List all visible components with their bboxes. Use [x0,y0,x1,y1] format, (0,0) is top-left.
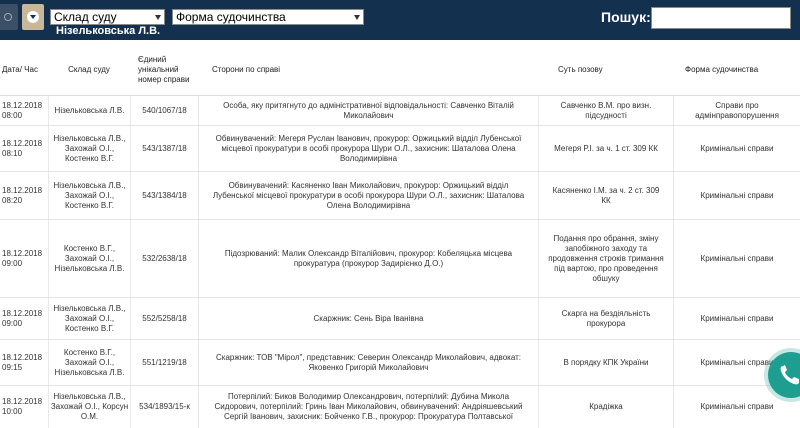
header-court[interactable]: Склад суду [48,44,130,96]
row-court: Нізельковська Л.В., Захожай О.І., Костен… [53,180,126,210]
row-parties: Скаржник: Сень Віра Іванівна [313,313,424,323]
judge-name: Нізельковська Л.В. [56,25,161,37]
header-form[interactable]: Форма судочинства [673,44,800,96]
row-case-number: 551/1219/18 [142,357,187,367]
row-case-number: 534/1893/15-к [139,402,190,411]
row-case-number: 543/1387/18 [142,143,187,153]
table-row[interactable]: 18.12.2018 08:10 Нізельковська Л.В., Зах… [0,126,800,172]
row-form: Кримінальні справи [700,313,774,323]
row-parties: Обвинувачений: Мегеря Руслан Іванович, п… [215,133,522,163]
row-form: Кримінальні справи [700,402,774,411]
row-form: Кримінальні справи [700,190,774,200]
settings-button[interactable] [0,4,18,30]
table-row[interactable]: 18.12.2018 09:00 Костенко В.Г., Захожай … [0,220,800,298]
row-court: Нізельковська Л.В., Захожай О.І., Костен… [53,303,126,333]
header-case-number[interactable]: Єдиний унікальний номер справи [138,44,198,96]
row-essence: Савченко В.М. про визн. підсудності [560,100,652,120]
search-input[interactable] [651,7,791,29]
circle-icon [4,13,12,21]
header-date[interactable]: Дата/ Час [0,44,48,96]
row-case-number: 543/1384/18 [142,190,187,200]
row-date: 18.12.2018 08:20 [2,185,43,205]
court-select-value: Склад суду [54,10,117,24]
court-select[interactable]: Склад суду [50,9,165,25]
row-court: Нізельковська Л.В. [54,105,125,115]
table-row[interactable]: 18.12.2018 09:15 Костенко В.Г., Захожай … [0,340,800,386]
row-date: 18.12.2018 09:15 [2,352,43,372]
dropdown-arrow-icon [354,15,360,20]
row-court: Нізельковська Л.В., Захожай О.І., Корсун… [50,392,129,421]
row-essence: Подання про обрання, зміну запобіжного з… [548,233,664,283]
row-essence: В порядку КПК України [563,357,649,367]
header-essence[interactable]: Суть позову [538,44,673,96]
table-row[interactable]: 18.12.2018 08:20 Нізельковська Л.В., Зах… [0,172,800,220]
row-form: Справи про адмінправопорушення [695,100,779,120]
row-date: 18.12.2018 08:10 [2,138,43,158]
row-case-number: 540/1067/18 [142,105,187,115]
row-parties: Обвинувачений: Касяненко Іван Миколайови… [212,180,525,210]
table-header: Дата/ Час Склад суду Єдиний унікальний н… [0,44,800,96]
row-essence: Касяненко І.М. за ч. 2 ст. 309 КК [552,185,660,205]
expand-button[interactable] [22,4,44,30]
form-select[interactable]: Форма судочинства [172,9,364,25]
row-date: 18.12.2018 09:00 [2,248,43,268]
row-essence: Мегеря Р.І. за ч. 1 ст. 309 КК [554,143,658,153]
row-date: 18.12.2018 10:00 [2,397,43,416]
row-court: Костенко В.Г., Захожай О.І., Нізельковсь… [54,243,125,273]
row-form: Кримінальні справи [700,143,774,153]
row-court: Нізельковська Л.В., Захожай О.І., Костен… [53,133,126,163]
row-form: Кримінальні справи [700,253,774,263]
search-label: Пошук: [601,9,651,25]
row-parties: Особа, яку притягнуто до адміністративно… [223,100,514,120]
row-essence: Крадіжка [589,402,623,411]
phone-icon [780,365,799,385]
chevron-down-icon [27,11,39,23]
table-row[interactable]: 18.12.2018 09:00 Нізельковська Л.В., Зах… [0,298,800,340]
table-row[interactable]: 18.12.2018 10:00 Нізельковська Л.В., Зах… [0,386,800,428]
row-date: 18.12.2018 09:00 [2,308,43,328]
table-row[interactable]: 18.12.2018 08:00 Нізельковська Л.В. 540/… [0,96,800,126]
form-select-value: Форма судочинства [176,10,286,24]
header-parties[interactable]: Сторони по справі [198,44,538,96]
top-toolbar: Склад суду Форма судочинства Нізельковсь… [0,0,800,40]
row-case-number: 532/2638/18 [142,253,187,263]
row-court: Костенко В.Г., Захожай О.І., Нізельковсь… [54,347,125,377]
dropdown-arrow-icon [155,15,161,20]
row-case-number: 552/5258/18 [142,313,187,323]
row-essence: Скарга на бездіяльність прокурора [561,308,651,328]
row-parties: Скаржник: ТОВ "Мірол", представник: Севе… [216,352,521,372]
row-parties: Підозрюваний: Малик Олександр Віталійови… [224,248,513,268]
row-parties: Потерпілий: Биков Володимир Олександрови… [214,392,523,421]
row-date: 18.12.2018 08:00 [2,100,43,120]
